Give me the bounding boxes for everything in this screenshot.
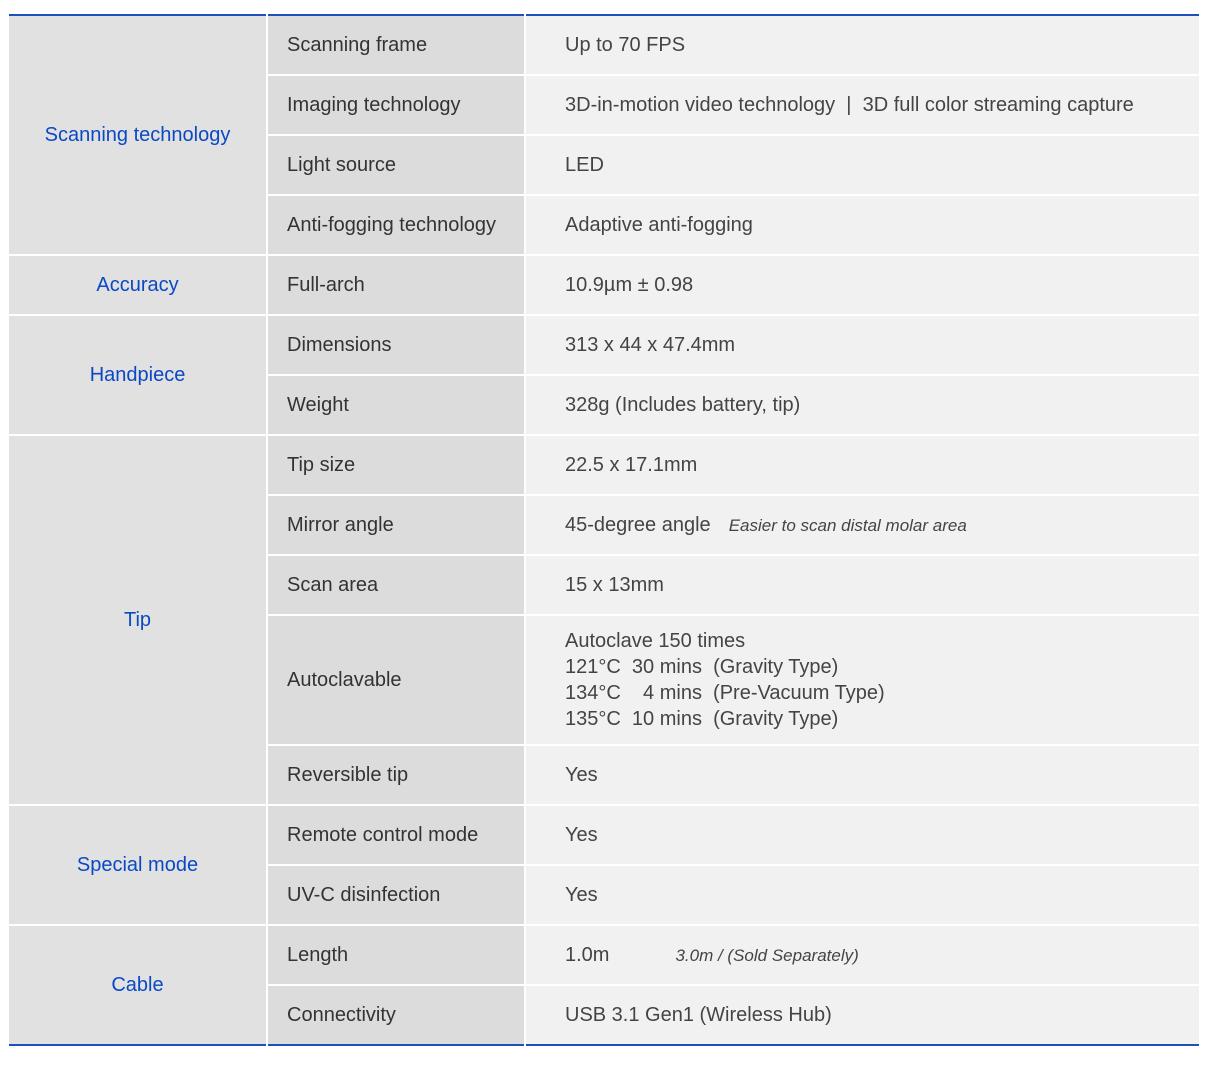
value-dimensions: 313 x 44 x 47.4mm xyxy=(525,315,1199,376)
value-scan-area: 15 x 13mm xyxy=(525,555,1199,616)
length-text: 1.0m xyxy=(565,943,610,966)
label-full-arch: Full-arch xyxy=(267,255,526,316)
label-light-source: Light source xyxy=(267,135,526,196)
value-autoclavable: Autoclave 150 times 121°C 30 mins (Gravi… xyxy=(525,615,1199,746)
category-accuracy: Accuracy xyxy=(9,255,268,316)
table-row: Cable Length 1.0m 3.0m / (Sold Separately… xyxy=(9,925,1199,1045)
table-row: Accuracy Full-arch 10.9µm ± 0.98 xyxy=(9,255,1199,316)
autoclave-line: 121°C 30 mins (Gravity Type) xyxy=(565,656,839,678)
category-special-mode: Special mode xyxy=(9,805,268,926)
label-length: Length xyxy=(267,925,526,986)
value-light-source: LED xyxy=(525,135,1199,196)
value-length: 1.0m 3.0m / (Sold Separately) xyxy=(525,925,1199,986)
label-dimensions: Dimensions xyxy=(267,315,526,376)
label-uvc-disinfection: UV-C disinfection xyxy=(267,865,526,926)
value-reversible-tip: Yes xyxy=(525,745,1199,806)
label-remote-control: Remote control mode xyxy=(267,805,526,866)
value-anti-fogging: Adaptive anti-fogging xyxy=(525,195,1199,256)
category-handpiece: Handpiece xyxy=(9,315,268,436)
value-uvc-disinfection: Yes xyxy=(525,865,1199,926)
table-row: Tip Tip size 22.5 x 17.1mm xyxy=(9,435,1199,806)
label-reversible-tip: Reversible tip xyxy=(267,745,526,806)
spec-table: Scanning technology Scanning frame Up to… xyxy=(9,14,1199,1046)
category-tip: Tip xyxy=(9,435,268,806)
label-scanning-frame: Scanning frame xyxy=(267,15,526,76)
length-note: 3.0m / (Sold Separately) xyxy=(675,945,859,965)
mirror-angle-text: 45-degree angle xyxy=(565,513,711,536)
value-tip-size: 22.5 x 17.1mm xyxy=(525,435,1199,496)
autoclave-line: Autoclave 150 times xyxy=(565,630,746,652)
value-connectivity: USB 3.1 Gen1 (Wireless Hub) xyxy=(525,985,1199,1045)
label-tip-size: Tip size xyxy=(267,435,526,496)
value-remote-control: Yes xyxy=(525,805,1199,866)
label-mirror-angle: Mirror angle xyxy=(267,495,526,556)
autoclave-line: 134°C 4 mins (Pre-Vacuum Type) xyxy=(565,682,885,704)
label-anti-fogging: Anti-fogging technology xyxy=(267,195,526,256)
label-imaging-technology: Imaging technology xyxy=(267,75,526,136)
value-full-arch: 10.9µm ± 0.98 xyxy=(525,255,1199,316)
label-autoclavable: Autoclavable xyxy=(267,615,526,746)
table-row: Special mode Remote control mode Yes xyxy=(9,805,1199,926)
category-cable: Cable xyxy=(9,925,268,1045)
label-connectivity: Connectivity xyxy=(267,985,526,1045)
value-imaging-technology: 3D-in-motion video technology | 3D full … xyxy=(525,75,1199,136)
label-scan-area: Scan area xyxy=(267,555,526,616)
value-mirror-angle: 45-degree angle Easier to scan distal mol… xyxy=(525,495,1199,556)
label-weight: Weight xyxy=(267,375,526,436)
table-row: Scanning technology Scanning frame Up to… xyxy=(9,15,1199,256)
table-row: Handpiece Dimensions 313 x 44 x 47.4mm xyxy=(9,315,1199,436)
mirror-angle-note: Easier to scan distal molar area xyxy=(728,515,967,535)
category-scanning-technology: Scanning technology xyxy=(9,15,268,256)
value-weight: 328g (Includes battery, tip) xyxy=(525,375,1199,436)
autoclave-line: 135°C 10 mins (Gravity Type) xyxy=(565,708,839,730)
value-scanning-frame: Up to 70 FPS xyxy=(525,15,1199,76)
